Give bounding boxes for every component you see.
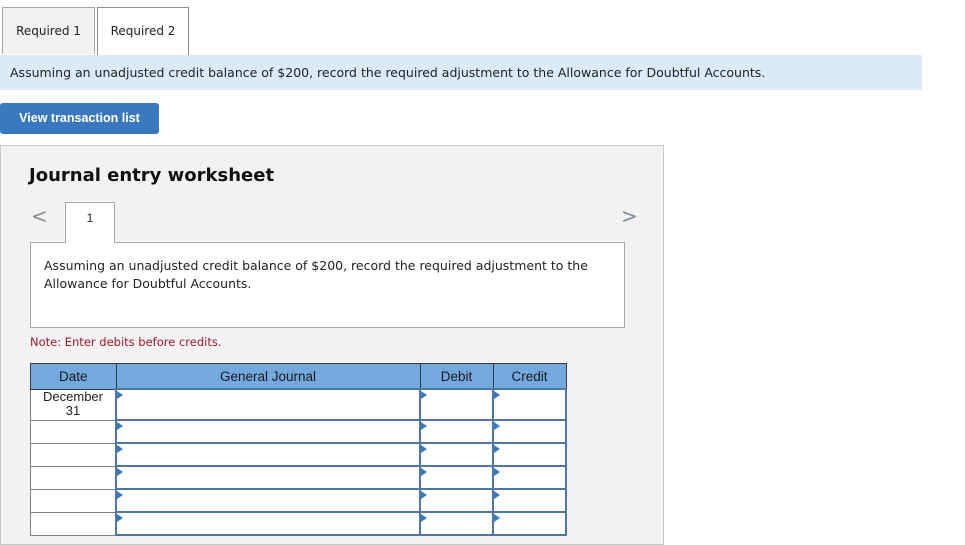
credit-input[interactable] [492,488,567,513]
credit-input[interactable] [492,388,567,421]
worksheet-title: Journal entry worksheet [29,165,275,186]
view-transaction-list-button[interactable]: View transaction list [0,103,159,134]
date-cell: December 31 [30,388,117,421]
credit-input[interactable] [492,442,567,467]
debit-input[interactable] [419,465,494,490]
debit-input[interactable] [419,388,494,421]
tab-bar: Required 1 Required 2 [0,7,922,56]
account-input[interactable] [115,465,421,490]
debit-input[interactable] [419,442,494,467]
header-general-journal: General Journal [115,363,421,390]
journal-table: Date General Journal Debit Credit Decemb… [30,363,567,536]
account-input[interactable] [115,388,421,421]
date-cell [30,465,117,490]
account-input[interactable] [115,488,421,513]
tab-required-1[interactable]: Required 1 [2,7,95,54]
credit-input[interactable] [492,465,567,490]
table-row [30,442,567,467]
header-credit: Credit [492,363,567,390]
journal-entry-worksheet: Journal entry worksheet < 1 > Assuming a… [0,145,664,545]
table-row [30,488,567,513]
instruction-banner: Assuming an unadjusted credit balance of… [0,55,922,90]
table-row: December 31 [30,388,567,421]
tab-required-2[interactable]: Required 2 [97,7,189,55]
debit-input[interactable] [419,419,494,444]
credit-input[interactable] [492,419,567,444]
account-input[interactable] [115,442,421,467]
header-date: Date [30,363,117,390]
account-input[interactable] [115,419,421,444]
date-cell [30,488,117,513]
date-cell [30,419,117,444]
header-debit: Debit [419,363,494,390]
chevron-right-icon[interactable]: > [621,204,638,228]
table-row [30,419,567,444]
transaction-description: Assuming an unadjusted credit balance of… [30,242,625,328]
note-text: Note: Enter debits before credits. [30,335,222,349]
debit-input[interactable] [419,488,494,513]
date-cell [30,442,117,467]
step-tab-1[interactable]: 1 [65,202,115,243]
chevron-left-icon[interactable]: < [31,204,48,228]
table-row [30,465,567,490]
